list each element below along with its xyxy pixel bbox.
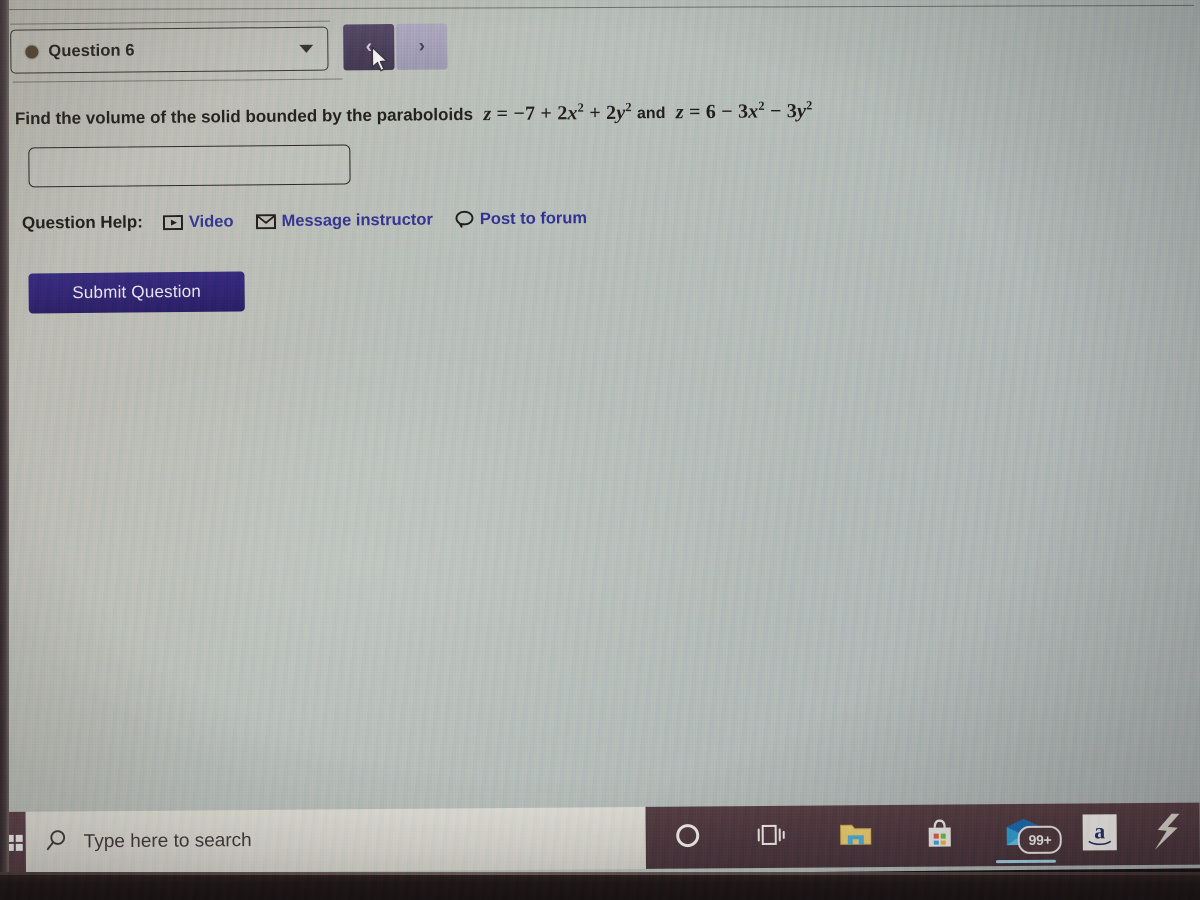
taskbar-item-partial-app[interactable] bbox=[1133, 803, 1200, 866]
taskbar-item-task-view[interactable] bbox=[730, 806, 815, 869]
svg-text:a: a bbox=[1094, 818, 1105, 843]
eq2-minus-1: − bbox=[721, 100, 733, 123]
eq1-term2-var: x bbox=[567, 101, 578, 124]
cortana-icon bbox=[673, 820, 703, 855]
taskbar-search-box[interactable]: Type here to search bbox=[44, 820, 252, 864]
partial-app-icon bbox=[1151, 811, 1181, 856]
eq2-term1-coef: 6 bbox=[705, 100, 717, 123]
eq2-term3-var: y bbox=[796, 99, 807, 122]
video-play-icon bbox=[162, 214, 183, 230]
eq1-minus: − bbox=[513, 102, 526, 125]
question-bar-underline bbox=[12, 78, 343, 83]
taskbar-item-mail[interactable]: 99+ bbox=[982, 804, 1067, 867]
top-divider bbox=[3, 4, 1194, 11]
monitor-photo: Question 6 ‹ › Find the volume of the so… bbox=[0, 0, 1200, 900]
search-icon bbox=[44, 827, 70, 858]
eq1-plus-1: + bbox=[540, 102, 553, 125]
submit-question-button[interactable]: Submit Question bbox=[28, 271, 245, 314]
question-selector-label: Question 6 bbox=[48, 40, 135, 60]
eq1-term2-exponent: 2 bbox=[577, 100, 585, 115]
taskbar-icon-list: 99+ a bbox=[645, 803, 1199, 869]
question-statement: Find the volume of the solid bounded by … bbox=[15, 94, 1175, 130]
eq2-term3-coef: 3 bbox=[786, 99, 798, 122]
eq2-term2-exponent: 2 bbox=[758, 98, 765, 113]
filled-circle-icon bbox=[25, 44, 39, 59]
monitor-bezel-bottom bbox=[0, 872, 1200, 900]
microsoft-store-icon bbox=[924, 817, 956, 854]
eq1-plus-2: + bbox=[589, 101, 601, 124]
chevron-down-icon[interactable] bbox=[299, 44, 314, 53]
help-link-video-label: Video bbox=[188, 212, 234, 231]
taskbar-item-amazon[interactable]: a bbox=[1066, 803, 1133, 866]
next-question-button[interactable]: › bbox=[396, 23, 448, 70]
mail-unread-badge: 99+ bbox=[1017, 825, 1063, 855]
equation-conjunction: and bbox=[636, 105, 666, 123]
question-help-label: Question Help: bbox=[21, 212, 143, 233]
equation-two: z = 6 − 3x2 − 3y2 bbox=[665, 97, 813, 123]
top-divider-secondary bbox=[10, 20, 331, 25]
taskbar-search-placeholder: Type here to search bbox=[83, 830, 252, 853]
eq1-lhs: z bbox=[483, 102, 492, 125]
windows-start-icon bbox=[6, 834, 23, 851]
question-selector-dropdown[interactable]: Question 6 bbox=[10, 26, 329, 74]
taskbar-item-file-explorer[interactable] bbox=[814, 805, 899, 868]
eq1-term2-coef: 2 bbox=[557, 101, 568, 125]
amazon-icon: a bbox=[1079, 812, 1119, 857]
eq1-term3-coef: 2 bbox=[605, 101, 617, 124]
help-link-message-label: Message instructor bbox=[281, 210, 433, 230]
chevron-right-icon: › bbox=[418, 35, 426, 57]
prev-question-button[interactable]: ‹ bbox=[343, 23, 395, 71]
eq2-term2-var: x bbox=[748, 100, 759, 123]
help-link-post-to-forum[interactable]: Post to forum bbox=[455, 209, 587, 229]
browser-page: Question 6 ‹ › Find the volume of the so… bbox=[0, 0, 1200, 818]
question-help-row: Question Help: Video Message instructor … bbox=[22, 208, 609, 234]
chevron-left-icon: ‹ bbox=[365, 36, 373, 58]
question-nav-buttons: ‹ › bbox=[343, 23, 448, 71]
eq1-term1-coef: 7 bbox=[524, 102, 536, 125]
speech-bubble-icon bbox=[455, 210, 474, 228]
envelope-icon bbox=[255, 213, 276, 229]
taskbar-item-microsoft-store[interactable] bbox=[898, 804, 983, 867]
eq2-term3-exponent: 2 bbox=[806, 97, 813, 113]
eq1-equals: = bbox=[496, 102, 509, 125]
equation-one: z = −7 + 2x2 + 2y2 bbox=[473, 99, 637, 125]
windows-taskbar: Type here to search 99+ a bbox=[0, 802, 1200, 874]
taskbar-item-cortana[interactable] bbox=[645, 806, 730, 869]
eq2-term2-coef: 3 bbox=[737, 100, 749, 123]
help-link-video[interactable]: Video bbox=[162, 212, 234, 232]
file-explorer-icon bbox=[839, 820, 873, 853]
task-view-icon bbox=[756, 820, 788, 853]
question-prompt-text: Find the volume of the solid bounded by … bbox=[14, 104, 474, 129]
eq2-minus-2: − bbox=[769, 99, 782, 123]
answer-input[interactable] bbox=[28, 144, 351, 188]
eq2-lhs: z bbox=[675, 100, 684, 123]
screen-surface: Question 6 ‹ › Find the volume of the so… bbox=[0, 0, 1200, 880]
eq1-term3-exponent: 2 bbox=[625, 99, 632, 114]
monitor-bezel-left bbox=[0, 0, 9, 900]
taskbar-active-indicator bbox=[996, 859, 1057, 864]
eq2-equals: = bbox=[688, 100, 701, 123]
help-link-forum-label: Post to forum bbox=[479, 208, 588, 228]
help-link-message-instructor[interactable]: Message instructor bbox=[255, 210, 433, 231]
